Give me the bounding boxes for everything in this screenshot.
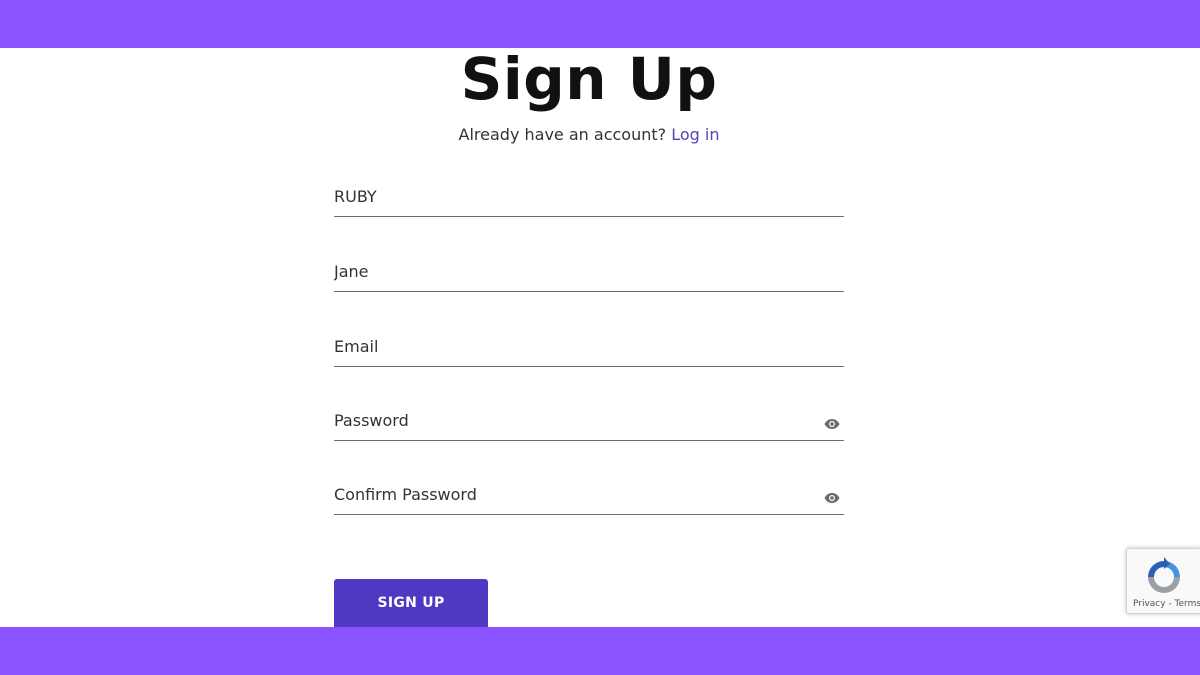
confirm-password-field <box>334 474 844 515</box>
login-link[interactable]: Log in <box>671 125 719 144</box>
last-name-input[interactable] <box>334 257 814 285</box>
bottom-accent-band <box>0 627 1200 675</box>
account-prompt-text: Already have an account? <box>458 125 667 144</box>
eye-icon[interactable] <box>824 492 840 504</box>
recaptcha-terms[interactable]: Privacy - Terms <box>1133 599 1200 609</box>
page-title: Sign Up <box>460 45 718 113</box>
password-input[interactable] <box>334 406 814 434</box>
email-input[interactable] <box>334 332 814 360</box>
eye-icon[interactable] <box>824 418 840 430</box>
email-field <box>334 326 844 367</box>
recaptcha-badge[interactable]: Privacy - Terms <box>1126 548 1200 614</box>
sign-up-button[interactable]: SIGN UP <box>334 579 488 627</box>
login-prompt: Already have an account? Log in <box>0 124 1178 146</box>
last-name-field <box>334 251 844 292</box>
signup-page: Sign Up Already have an account? Log in … <box>0 0 1200 675</box>
recaptcha-icon <box>1148 557 1180 593</box>
password-field <box>334 400 844 441</box>
confirm-password-input[interactable] <box>334 480 814 508</box>
first-name-input[interactable] <box>334 182 814 210</box>
top-accent-band <box>0 0 1200 48</box>
first-name-field <box>334 176 844 217</box>
